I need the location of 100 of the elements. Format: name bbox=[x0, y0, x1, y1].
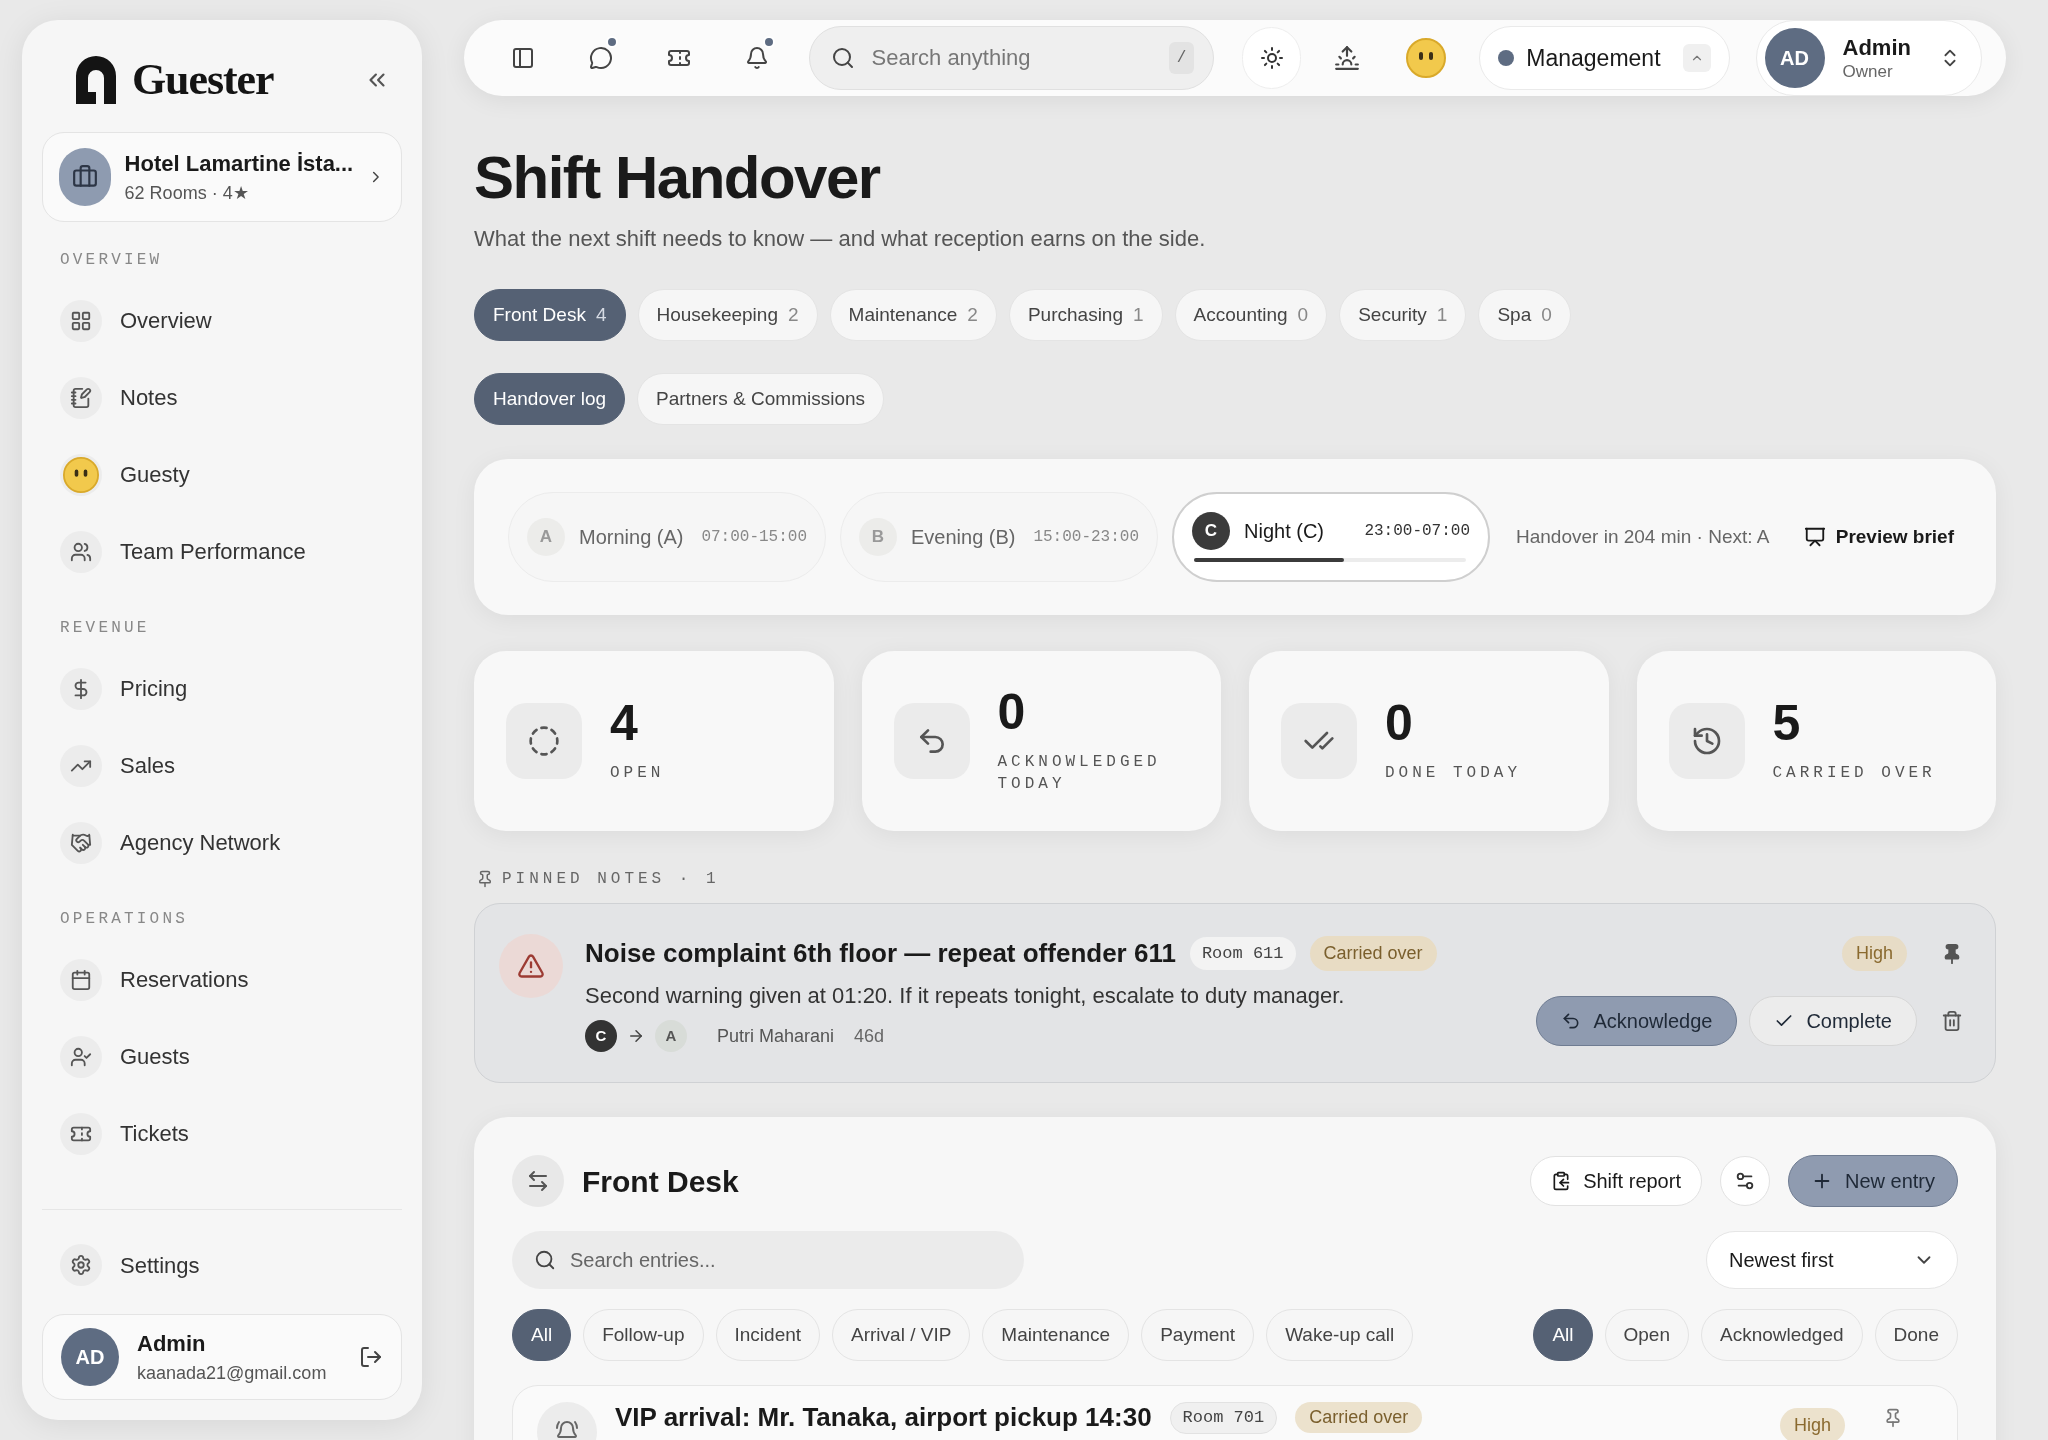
department-tab[interactable]: Housekeeping 2 bbox=[637, 289, 818, 341]
nav-item[interactable]: Guesty bbox=[42, 436, 402, 513]
shift-name: Night (C) bbox=[1244, 519, 1324, 544]
page-title: Shift Handover bbox=[474, 143, 882, 213]
complete-button[interactable]: Complete bbox=[1749, 996, 1917, 1046]
stat-value: 0 bbox=[997, 686, 1027, 737]
user-avatar: AD bbox=[61, 1328, 119, 1386]
note-body: Second warning given at 01:20. If it repeats tonight, escalate to duty manager. bbox=[585, 982, 1345, 1010]
department-tab[interactable]: Front Desk 4 bbox=[474, 289, 626, 341]
nav-item[interactable]: Agency Network bbox=[42, 804, 402, 881]
account-role: Owner bbox=[1842, 61, 1893, 83]
nav-item[interactable]: Overview bbox=[42, 282, 402, 359]
nav-item[interactable]: Sales bbox=[42, 727, 402, 804]
log-title: Front Desk bbox=[582, 1163, 739, 1200]
user-check-icon bbox=[70, 1045, 92, 1068]
sun-icon bbox=[1259, 46, 1284, 70]
nav-item[interactable]: Pricing bbox=[42, 650, 402, 727]
sort-dropdown[interactable]: Newest first bbox=[1706, 1231, 1958, 1289]
brand-name: Guester bbox=[132, 58, 274, 102]
shift-tab[interactable]: C Night (C) 23:00-07:00 bbox=[1172, 492, 1490, 582]
status-filter[interactable]: Open bbox=[1604, 1309, 1689, 1361]
nav-item[interactable]: Settings bbox=[42, 1230, 402, 1300]
room-tag: Room 611 bbox=[1189, 936, 1296, 971]
presentation-icon bbox=[1803, 526, 1826, 548]
bell-icon bbox=[555, 1420, 579, 1440]
hotel-switcher[interactable]: Hotel Lamartine İsta... 62 Rooms · 4★ bbox=[42, 132, 402, 222]
nav-item[interactable]: Team Performance bbox=[42, 513, 402, 590]
preview-brief-button[interactable]: Preview brief bbox=[1803, 522, 1962, 552]
priority-tag: High bbox=[1841, 936, 1907, 971]
sunrise-icon bbox=[1334, 45, 1361, 71]
section-label: REVENUE bbox=[59, 618, 151, 639]
new-entry-button[interactable]: New entry bbox=[1787, 1155, 1958, 1207]
acknowledge-button[interactable]: Acknowledge bbox=[1536, 996, 1738, 1046]
trash-icon[interactable] bbox=[1941, 1010, 1963, 1032]
workspace-selector[interactable]: Management bbox=[1479, 26, 1730, 90]
users-icon bbox=[70, 540, 92, 563]
user-email: kaanada21@gmail.com bbox=[137, 1362, 328, 1385]
page-subtitle: What the next shift needs to know — and what reception earns on the side. bbox=[474, 225, 1207, 253]
arrow-right-icon bbox=[627, 1027, 645, 1045]
department-tab[interactable]: Spa 0 bbox=[1478, 289, 1571, 341]
nav-item[interactable]: Reservations bbox=[42, 941, 402, 1018]
briefcase-icon bbox=[71, 164, 98, 190]
section-label: OVERVIEW bbox=[59, 250, 164, 271]
handshake-icon bbox=[70, 831, 92, 854]
category-filter[interactable]: Follow-up bbox=[583, 1309, 704, 1361]
category-filter[interactable]: Arrival / VIP bbox=[832, 1309, 971, 1361]
category-filter[interactable]: All bbox=[512, 1309, 572, 1361]
department-tab[interactable]: Purchasing 1 bbox=[1008, 289, 1163, 341]
chat-icon bbox=[589, 46, 614, 70]
stat-value: 5 bbox=[1772, 697, 1802, 748]
bell-icon bbox=[745, 46, 770, 70]
department-tab[interactable]: Maintenance 2 bbox=[829, 289, 997, 341]
clipboard-icon bbox=[1551, 1171, 1572, 1191]
status-filter[interactable]: Done bbox=[1874, 1309, 1958, 1361]
nav-item[interactable]: Guests bbox=[42, 1018, 402, 1095]
shortcut-key: / bbox=[1168, 42, 1195, 74]
category-filter[interactable]: Wake-up call bbox=[1266, 1309, 1414, 1361]
account-menu[interactable]: AD Admin Owner bbox=[1755, 20, 1982, 96]
emoji-icon bbox=[1406, 38, 1447, 78]
entries-search-field[interactable]: Search entries... bbox=[512, 1231, 1024, 1289]
shift-badge: B bbox=[859, 518, 897, 556]
status-filter[interactable]: All bbox=[1533, 1309, 1593, 1361]
hotel-meta: 62 Rooms · 4★ bbox=[124, 182, 250, 205]
shift-hours: 15:00-23:00 bbox=[1033, 527, 1139, 548]
calendar-icon bbox=[70, 968, 92, 991]
nav-item[interactable]: Tickets bbox=[42, 1095, 402, 1172]
shift-name: Evening (B) bbox=[911, 525, 1016, 550]
category-filter[interactable]: Maintenance bbox=[982, 1309, 1130, 1361]
to-shift-badge: A bbox=[655, 1020, 687, 1052]
status-tag: Carried over bbox=[1309, 936, 1437, 971]
stat-label: OPEN bbox=[610, 762, 666, 784]
shift-badge: C bbox=[1192, 512, 1230, 550]
notebook-icon bbox=[70, 386, 92, 409]
department-tab[interactable]: Accounting 0 bbox=[1174, 289, 1328, 341]
user-name: Admin bbox=[137, 1330, 207, 1358]
account-name: Admin bbox=[1842, 33, 1911, 62]
shift-tab[interactable]: B Evening (B) 15:00-23:00 bbox=[840, 492, 1158, 582]
view-tab[interactable]: Partners & Commissions bbox=[637, 373, 885, 425]
view-tab[interactable]: Handover log bbox=[474, 373, 626, 425]
logout-icon[interactable] bbox=[359, 1345, 383, 1369]
settings-icon bbox=[70, 1254, 92, 1276]
nav-item[interactable]: Notes bbox=[42, 359, 402, 436]
handover-countdown: Handover in 204 min · Next: A bbox=[1516, 524, 1770, 549]
swap-icon bbox=[526, 1169, 550, 1193]
search-icon bbox=[830, 46, 855, 70]
account-avatar: AD bbox=[1764, 28, 1825, 88]
search-icon bbox=[534, 1249, 556, 1271]
category-filter[interactable]: Incident bbox=[715, 1309, 821, 1361]
department-tab[interactable]: Security 1 bbox=[1339, 289, 1467, 341]
shift-report-button[interactable]: Shift report bbox=[1530, 1156, 1702, 1206]
pin-icon bbox=[476, 870, 494, 888]
status-filter[interactable]: Acknowledged bbox=[1701, 1309, 1863, 1361]
category-filter[interactable]: Payment bbox=[1141, 1309, 1255, 1361]
shift-tab[interactable]: A Morning (A) 07:00-15:00 bbox=[508, 492, 826, 582]
pinned-heading: PINNED NOTES · 1 bbox=[502, 869, 720, 890]
note-title: Noise complaint 6th floor — repeat offender 611 bbox=[585, 937, 1176, 970]
pin-icon[interactable] bbox=[1883, 1408, 1903, 1428]
filter-settings-button[interactable] bbox=[1719, 1156, 1770, 1206]
shift-badge: A bbox=[527, 518, 565, 556]
status-tag: Carried over bbox=[1295, 1402, 1423, 1433]
